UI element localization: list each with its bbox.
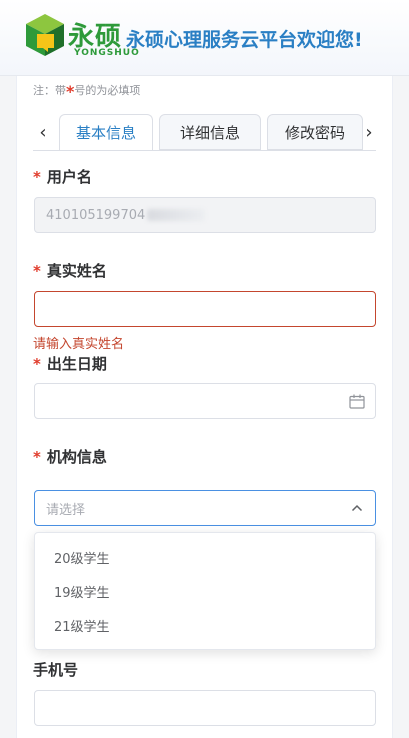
required-mark: * [33, 355, 41, 373]
tab-detail-info[interactable]: 详细信息 [159, 114, 261, 150]
required-mark: * [33, 168, 41, 186]
org-option-21[interactable]: 21级学生 [35, 608, 375, 642]
realname-error-text: 请输入真实姓名 [33, 337, 125, 352]
org-option-20[interactable]: 20级学生 [35, 540, 375, 574]
tab-change-password[interactable]: 修改密码 [267, 114, 363, 150]
tab-divider [33, 150, 376, 151]
org-label: * 机构信息 [33, 446, 107, 467]
tabs-next-button[interactable]: › [359, 120, 379, 146]
chevron-up-icon [351, 504, 363, 512]
birthdate-label-text: 出生日期 [46, 355, 107, 373]
phone-label-text: 手机号 [33, 661, 79, 679]
phone-label: 手机号 [33, 659, 78, 680]
org-option-19[interactable]: 19级学生 [35, 574, 375, 608]
birthdate-picker[interactable] [34, 383, 376, 419]
profile-form-card: 注：带*号的为必填项 ‹ 基本信息 详细信息 修改密码 › * 用户名 41010… [16, 76, 393, 738]
birthdate-label: * 出生日期 [33, 353, 107, 374]
redacted-mask [147, 209, 206, 221]
org-label-text: 机构信息 [46, 448, 107, 466]
realname-label: * 真实姓名 [33, 260, 107, 281]
username-value: 410105199704 [46, 207, 146, 223]
username-label: * 用户名 [33, 166, 92, 187]
org-select[interactable]: 请选择 [34, 490, 376, 526]
app-header: 永硕 YONGSHUO 永硕心理服务云平台欢迎您! [0, 0, 409, 76]
org-placeholder: 请选择 [46, 502, 86, 518]
username-field: 410105199704 [34, 197, 376, 233]
tab-basic-info[interactable]: 基本信息 [59, 114, 153, 151]
cube-logo-icon [26, 14, 64, 56]
username-label-text: 用户名 [46, 168, 92, 186]
calendar-icon [349, 394, 365, 409]
required-note-suffix: 号的为必填项 [74, 84, 141, 97]
phone-input[interactable] [34, 690, 376, 726]
required-note: 注：带*号的为必填项 [33, 82, 140, 101]
tabs-prev-button[interactable]: ‹ [33, 120, 53, 146]
welcome-title: 永硕心理服务云平台欢迎您! [126, 29, 363, 51]
required-mark: * [33, 448, 41, 466]
realname-input[interactable] [34, 291, 376, 327]
realname-label-text: 真实姓名 [46, 262, 107, 280]
org-dropdown-menu: 20级学生 19级学生 21级学生 [34, 532, 376, 650]
required-note-prefix: 注：带 [33, 84, 66, 97]
required-mark: * [33, 262, 41, 280]
